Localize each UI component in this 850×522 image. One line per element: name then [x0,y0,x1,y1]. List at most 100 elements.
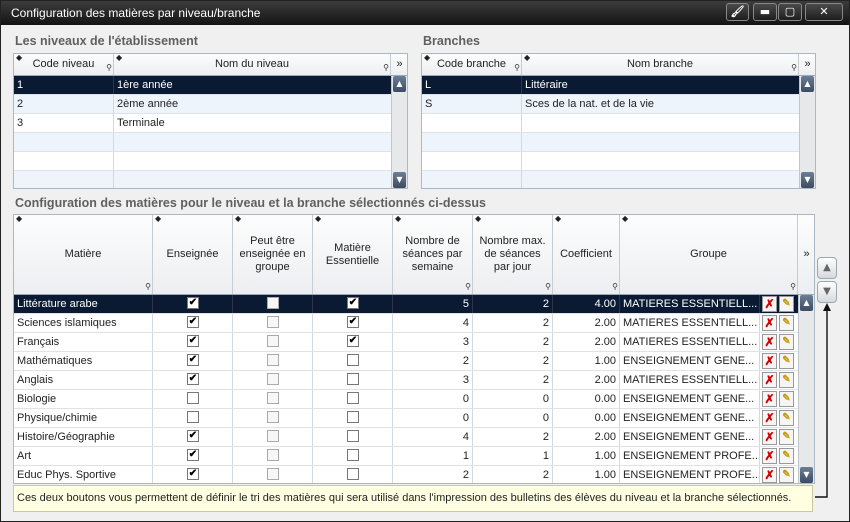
cell-matiere[interactable]: Mathématiques [14,352,153,370]
cell-nb-max[interactable]: 2 [473,428,553,446]
move-up-icon[interactable]: ▲ [817,257,837,279]
scroll-up-icon[interactable]: ▲ [393,76,406,92]
checkbox-essentielle[interactable] [347,430,359,442]
table-row[interactable] [14,171,391,188]
cell-coef[interactable]: 2.00 [553,314,620,332]
cell-nb-max[interactable]: 2 [473,371,553,389]
header-nb-max[interactable]: ◆ Nombre max. de séances par jour ⚲ [473,215,553,294]
maximize-button[interactable]: ▢ [778,3,802,21]
checkbox-essentielle[interactable]: ✔ [347,335,359,347]
scroll-up-icon[interactable]: ▲ [801,76,814,92]
cell-nb-seances[interactable]: 0 [393,390,473,408]
cell-matiere[interactable]: Français [14,333,153,351]
header-matiere[interactable]: ◆ Matière ⚲ [14,215,153,294]
delete-icon[interactable]: ✗ [762,315,777,331]
table-row[interactable] [14,133,391,152]
cell-matiere[interactable]: Sciences islamiques [14,314,153,332]
cell-matiere[interactable]: Anglais [14,371,153,389]
edit-icon[interactable]: ✎ [779,448,794,464]
columns-chevron-icon[interactable]: » [391,54,407,75]
table-row[interactable]: S Sces de la nat. et de la vie [422,95,799,114]
cell-groupe[interactable]: MATIERES ESSENTIELL... [620,371,760,389]
cell-groupe[interactable]: MATIERES ESSENTIELL... [620,314,760,332]
checkbox-essentielle[interactable] [347,468,359,480]
cell-coef[interactable]: 0.00 [553,390,620,408]
cell-coef[interactable]: 2.00 [553,333,620,351]
edit-icon[interactable]: ✎ [779,410,794,426]
table-row[interactable]: Physique/chimie 0 0 0.00 ENSEIGNEMENT GENE..… [14,409,798,428]
delete-icon[interactable]: ✗ [762,448,777,464]
cell-nb-seances[interactable]: 0 [393,409,473,427]
header-coefficient[interactable]: ◆ Coefficient ⚲ [553,215,620,294]
cell-coef[interactable]: 4.00 [553,295,620,313]
header-nom-branche[interactable]: ◆ Nom branche ⚲ [522,54,799,75]
cell-nb-seances[interactable]: 1 [393,447,473,465]
checkbox-essentielle[interactable]: ✔ [347,316,359,328]
delete-icon[interactable]: ✗ [762,467,777,483]
cell-nb-seances[interactable]: 4 [393,314,473,332]
cell-coef[interactable]: 1.00 [553,466,620,483]
cell-groupe[interactable]: ENSEIGNEMENT GENE... [620,352,760,370]
header-nb-seances[interactable]: ◆ Nombre de séances par semaine ⚲ [393,215,473,294]
cell-groupe[interactable]: ENSEIGNEMENT PROFE... [620,447,760,465]
cell-coef[interactable]: 1.00 [553,352,620,370]
cell-nb-max[interactable]: 2 [473,466,553,483]
table-row[interactable]: Anglais ✔ 3 2 2.00 MATIERES ESSENTIELL... ✗ ✎ [14,371,798,390]
cell-groupe[interactable]: ENSEIGNEMENT PROFE... [620,466,760,483]
cell-matiere[interactable]: Art [14,447,153,465]
checkbox-enseignee[interactable]: ✔ [187,316,199,328]
table-row[interactable]: Art ✔ 1 1 1.00 ENSEIGNEMENT PROFE... ✗ ✎ [14,447,798,466]
brush-icon[interactable]: 🖌 [726,3,749,21]
edit-icon[interactable]: ✎ [779,334,794,350]
checkbox-essentielle[interactable] [347,392,359,404]
cell-nb-max[interactable]: 2 [473,352,553,370]
cell-nb-seances[interactable]: 2 [393,352,473,370]
header-code-branche[interactable]: ◆ Code branche ⚲ [422,54,522,75]
cell-groupe[interactable]: ENSEIGNEMENT GENE... [620,390,760,408]
cell-matiere[interactable]: Histoire/Géographie [14,428,153,446]
edit-icon[interactable]: ✎ [779,296,794,312]
delete-icon[interactable]: ✗ [762,391,777,407]
header-essentielle[interactable]: ◆ Matière Essentielle [313,215,393,294]
edit-icon[interactable]: ✎ [779,353,794,369]
delete-icon[interactable]: ✗ [762,353,777,369]
cell-nb-seances[interactable]: 3 [393,371,473,389]
checkbox-enseignee[interactable]: ✔ [187,430,199,442]
header-groupe-ok[interactable]: ◆ Peut être enseignée en groupe [233,215,313,294]
cell-matiere[interactable]: Educ Phys. Sportive [14,466,153,483]
cell-coef[interactable]: 1.00 [553,447,620,465]
cell-groupe[interactable]: ENSEIGNEMENT GENE... [620,428,760,446]
checkbox-enseignee[interactable]: ✔ [187,354,199,366]
branches-scrollbar[interactable]: ▲ ▼ [799,76,815,188]
table-row[interactable]: Biologie 0 0 0.00 ENSEIGNEMENT GENE... ✗ ✎ [14,390,798,409]
delete-icon[interactable]: ✗ [762,429,777,445]
cell-nb-max[interactable]: 2 [473,295,553,313]
table-row[interactable] [422,133,799,152]
cell-groupe[interactable]: MATIERES ESSENTIELL... [620,295,760,313]
checkbox-enseignee[interactable]: ✔ [187,335,199,347]
checkbox-essentielle[interactable] [347,373,359,385]
delete-icon[interactable]: ✗ [762,296,777,312]
table-row[interactable]: L Littéraire [422,76,799,95]
cell-matiere[interactable]: Littérature arabe [14,295,153,313]
cell-matiere[interactable]: Physique/chimie [14,409,153,427]
checkbox-enseignee[interactable] [187,392,199,404]
edit-icon[interactable]: ✎ [779,429,794,445]
delete-icon[interactable]: ✗ [762,334,777,350]
cell-nb-seances[interactable]: 3 [393,333,473,351]
table-row[interactable]: 1 1ère année [14,76,391,95]
cell-matiere[interactable]: Biologie [14,390,153,408]
header-groupe[interactable]: ◆ Groupe ⚲ [620,215,798,294]
edit-icon[interactable]: ✎ [779,391,794,407]
checkbox-enseignee[interactable]: ✔ [187,373,199,385]
cell-nb-max[interactable]: 2 [473,314,553,332]
columns-chevron-icon[interactable]: » [798,215,814,294]
checkbox-enseignee[interactable] [187,411,199,423]
checkbox-enseignee[interactable]: ✔ [187,449,199,461]
table-row[interactable]: Educ Phys. Sportive ✔ 2 2 1.00 ENSEIGNEMENT P… [14,466,798,483]
header-enseignee[interactable]: ◆ Enseignée [153,215,233,294]
close-button[interactable]: ✕ [805,3,843,21]
table-row[interactable]: Sciences islamiques ✔ ✔ 4 2 2.00 MATIERES ESSE… [14,314,798,333]
niveaux-scrollbar[interactable]: ▲ ▼ [391,76,407,188]
delete-icon[interactable]: ✗ [762,372,777,388]
